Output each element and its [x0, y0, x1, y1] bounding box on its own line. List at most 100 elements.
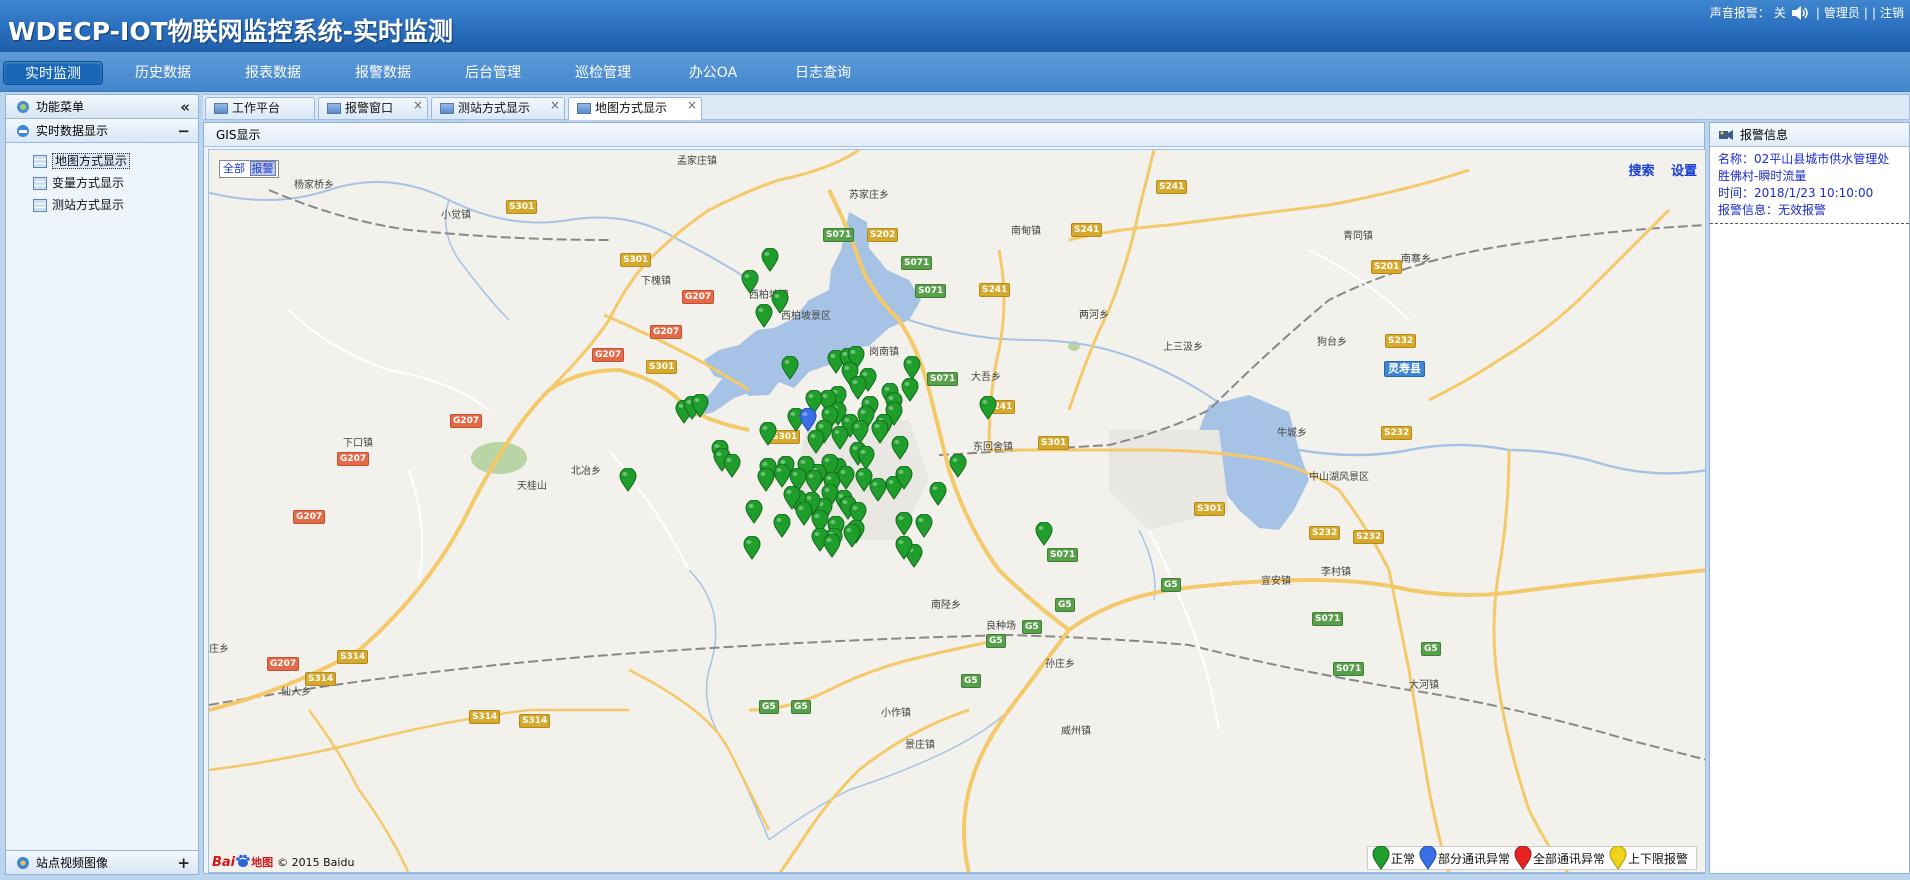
- place-label: 东回舍镇: [973, 442, 1013, 453]
- map-legend: 正常 部分通讯异常 全部通讯异常 上下限报警: [1366, 846, 1697, 870]
- nav-logs[interactable]: 日志查询: [773, 61, 873, 85]
- road-badge: S301: [1194, 502, 1226, 516]
- nav-inspection[interactable]: 巡检管理: [553, 61, 653, 85]
- station-marker[interactable]: [857, 445, 875, 470]
- alarm-name: 名称：02平山县城市供水管理处胜佛村-瞬时流量: [1718, 152, 1890, 183]
- place-label: 青同镇: [1343, 231, 1373, 242]
- road-badge: S232: [1381, 426, 1413, 440]
- road-badge: S071: [823, 228, 855, 242]
- nav-history[interactable]: 历史数据: [113, 61, 213, 85]
- station-marker[interactable]: [759, 421, 777, 446]
- close-icon[interactable]: ×: [687, 95, 697, 116]
- tab-workbench[interactable]: 工作平台: [205, 97, 315, 119]
- map-attribution: Bai 地图 © 2015 Baidu: [212, 854, 354, 870]
- map-search-button[interactable]: 搜索: [1628, 164, 1654, 179]
- nav-office[interactable]: 办公OA: [663, 61, 763, 85]
- road-badge: S201: [1371, 260, 1403, 274]
- window-icon: [327, 103, 341, 114]
- baidu-logo: Bai 地图: [212, 854, 273, 870]
- station-marker[interactable]: [843, 523, 861, 548]
- alarm-entry[interactable]: 名称：02平山县城市供水管理处胜佛村-瞬时流量 时间：2018/1/23 10:…: [1710, 147, 1909, 224]
- sidebar-item-station-view[interactable]: 测站方式显示: [6, 195, 198, 217]
- nav-reports[interactable]: 报表数据: [223, 61, 323, 85]
- road-badge: S232: [1353, 530, 1385, 544]
- station-marker[interactable]: [619, 467, 637, 492]
- place-label: 下口镇: [343, 438, 373, 449]
- station-marker[interactable]: [871, 419, 889, 444]
- station-marker[interactable]: [895, 465, 913, 490]
- tab-map-view[interactable]: 地图方式显示 ×: [568, 97, 702, 120]
- menu-tree: 地图方式显示 变量方式显示 测站方式显示: [6, 143, 198, 217]
- filter-all-button[interactable]: 全部: [222, 162, 246, 175]
- tab-station-view[interactable]: 测站方式显示 ×: [431, 97, 565, 119]
- app-header: WDECP-IOT物联网监控系统-实时监测 声音报警： 关 | 管理员 | | …: [0, 0, 1910, 52]
- map-settings-button[interactable]: 设置: [1671, 164, 1697, 179]
- station-marker[interactable]: [891, 435, 909, 460]
- station-marker[interactable]: [1035, 521, 1053, 546]
- speaker-icon[interactable]: [1790, 5, 1812, 21]
- sound-alarm-label: 声音报警：: [1709, 6, 1770, 20]
- station-marker[interactable]: [773, 513, 791, 538]
- logout-link[interactable]: 注销: [1880, 4, 1904, 21]
- map-canvas[interactable]: 孟家庄镇 杨家桥乡 小觉镇 苏家庄乡 下槐镇 西柏坡镇 西柏坡景区 岗南镇 南甸…: [208, 149, 1706, 873]
- station-marker[interactable]: [851, 419, 869, 444]
- station-marker-partial[interactable]: [799, 407, 817, 432]
- station-marker[interactable]: [691, 393, 709, 418]
- station-marker[interactable]: [745, 499, 763, 524]
- alarm-title: 报警信息: [1740, 128, 1789, 142]
- station-marker[interactable]: [915, 513, 933, 538]
- station-marker[interactable]: [757, 467, 775, 492]
- station-marker[interactable]: [807, 429, 825, 454]
- road-badge: S071: [1047, 548, 1079, 562]
- road-badge: S301: [620, 253, 652, 267]
- tab-label: 工作平台: [232, 101, 281, 115]
- section-toggle[interactable]: −: [177, 119, 190, 143]
- sidebar-item-map-view[interactable]: 地图方式显示: [6, 151, 198, 173]
- station-marker[interactable]: [831, 425, 849, 450]
- sidebar-item-label: 地图方式显示: [52, 153, 131, 169]
- station-marker[interactable]: [723, 453, 741, 478]
- alarm-info: 报警信息：无效报警: [1718, 203, 1827, 217]
- table-icon: [33, 199, 47, 212]
- collapse-sidebar-button[interactable]: «: [180, 95, 190, 119]
- station-marker[interactable]: [895, 511, 913, 536]
- section-toggle[interactable]: +: [177, 851, 190, 875]
- sidebar-item-variable-view[interactable]: 变量方式显示: [6, 173, 198, 195]
- station-marker[interactable]: [837, 465, 855, 490]
- close-icon[interactable]: ×: [413, 95, 423, 116]
- sidebar-item-label: 测站方式显示: [52, 198, 125, 212]
- close-icon[interactable]: ×: [550, 95, 560, 116]
- station-marker[interactable]: [979, 395, 997, 420]
- user-name[interactable]: 管理员: [1824, 4, 1860, 21]
- section-video[interactable]: 站点视频图像 +: [6, 850, 198, 874]
- map-base: [209, 150, 1705, 872]
- station-marker[interactable]: [895, 535, 913, 560]
- station-marker[interactable]: [755, 303, 773, 328]
- station-marker[interactable]: [761, 247, 779, 272]
- place-label: 小觉镇: [441, 210, 471, 221]
- station-marker[interactable]: [929, 481, 947, 506]
- station-marker[interactable]: [743, 535, 761, 560]
- nav-admin[interactable]: 后台管理: [443, 61, 543, 85]
- legend-label: 部分通讯异常: [1437, 851, 1510, 866]
- section-realtime[interactable]: 实时数据显示 −: [6, 119, 198, 143]
- station-marker[interactable]: [771, 289, 789, 314]
- station-marker[interactable]: [823, 533, 841, 558]
- road-badge: G207: [592, 348, 625, 362]
- station-marker[interactable]: [901, 377, 919, 402]
- station-marker[interactable]: [949, 453, 967, 478]
- tab-alarm-window[interactable]: 报警窗口 ×: [318, 97, 428, 119]
- nav-alarms[interactable]: 报警数据: [333, 61, 433, 85]
- road-badge: G207: [293, 510, 326, 524]
- filter-alarm-button[interactable]: 报警: [249, 161, 276, 176]
- separator: |: [1871, 5, 1876, 20]
- alarm-panel: 报警信息 名称：02平山县城市供水管理处胜佛村-瞬时流量 时间：2018/1/2…: [1709, 122, 1910, 874]
- station-marker[interactable]: [741, 269, 759, 294]
- station-marker[interactable]: [903, 355, 921, 380]
- sidebar-item-label: 变量方式显示: [52, 176, 125, 190]
- station-marker[interactable]: [781, 355, 799, 380]
- nav-realtime[interactable]: 实时监测: [3, 61, 103, 85]
- sound-alarm-state[interactable]: 关: [1774, 4, 1786, 21]
- sidebar-title: 功能菜单: [36, 100, 85, 114]
- sidebar-header: 功能菜单 «: [6, 95, 198, 119]
